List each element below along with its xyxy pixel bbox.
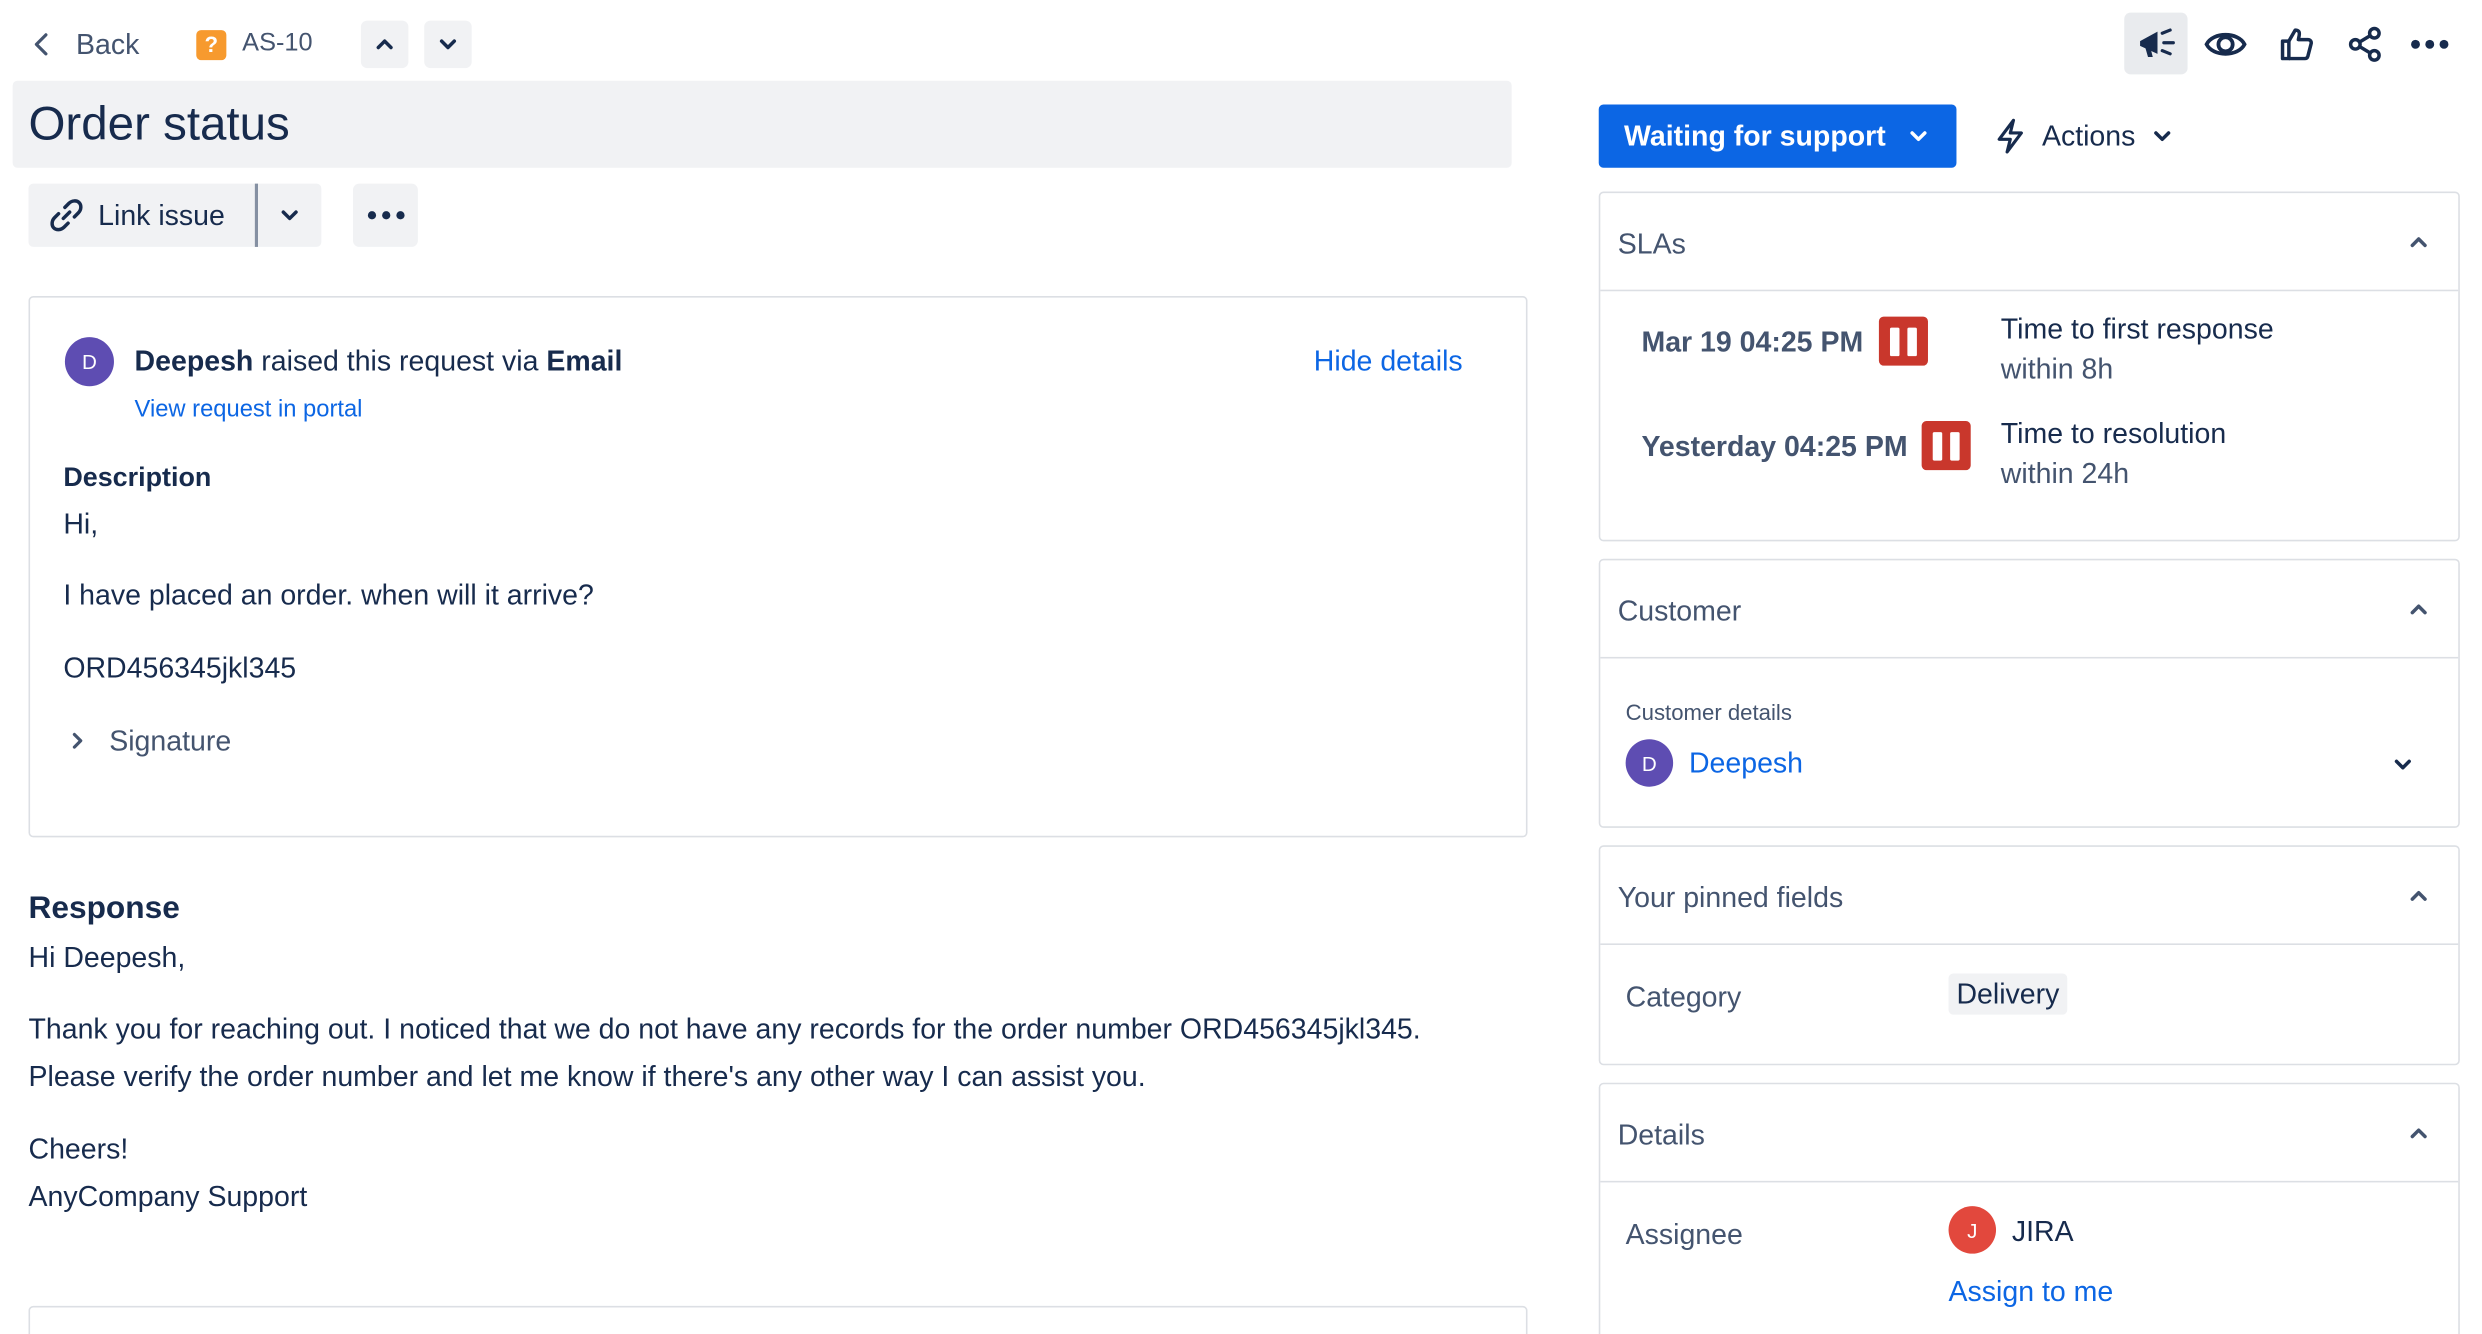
signature-expander[interactable]: Signature [68,722,231,760]
response-signature: AnyCompany Support [28,1180,308,1213]
link-issue-button[interactable]: Link issue [28,183,255,247]
vote-button[interactable] [2268,16,2325,73]
chevron-right-icon [68,731,87,750]
reporter-name: Deepesh [134,345,254,377]
response-line: Please verify the order number and let m… [28,1060,1146,1093]
chevron-up-icon [2408,598,2430,620]
watch-button[interactable] [2197,16,2254,73]
description-line: I have placed an order. when will it arr… [63,579,594,611]
category-label: Category [1625,981,1742,1014]
actions-label: Actions [2041,119,2136,152]
chevron-left-icon [28,30,56,58]
description-line: Hi, [63,508,99,540]
view-in-portal-link[interactable]: View request in portal [135,396,363,423]
next-issue-button[interactable] [424,20,472,69]
pinned-fields-panel: Your pinned fields Category Delivery [1598,845,2460,1066]
details-title: Details [1617,1119,1705,1151]
slas-panel-header[interactable]: SLAs [1600,193,2459,292]
pinned-fields-header[interactable]: Your pinned fields [1600,847,2459,945]
previous-issue-button[interactable] [360,20,409,69]
chevron-up-icon [2408,1122,2430,1144]
sla-name: Time to first response [2000,313,2274,346]
status-label: Waiting for support [1624,119,1886,152]
request-origin: Deepesh raised this request via Email [135,345,623,378]
sla-goal: within 8h [2000,352,2114,385]
customer-panel-header[interactable]: Customer [1600,560,2459,659]
customer-name-link[interactable]: Deepesh [1689,747,1803,780]
response-line: Thank you for reaching out. I noticed th… [28,1013,1421,1045]
comment-box[interactable] [28,1305,1528,1334]
avatar: J [1948,1206,1997,1254]
chevron-down-icon [437,33,459,55]
slas-title: SLAs [1617,227,1686,260]
share-button[interactable] [2336,16,2393,73]
customer-title: Customer [1617,595,1742,627]
response-greeting: Hi Deepesh, [28,941,186,974]
request-channel: Email [546,345,623,377]
category-value[interactable]: Delivery [1948,973,2068,1015]
pause-icon [1921,421,1971,471]
summary-field[interactable]: Order status [12,80,1512,168]
share-icon [2346,25,2384,63]
response-heading: Response [28,891,180,926]
more-horizontal-icon [2409,38,2450,51]
issue-key-link[interactable]: ? AS-10 [196,22,313,66]
more-horizontal-icon [366,211,404,220]
customer-panel: Customer Customer details D Deepesh [1598,558,2460,828]
page-title: Order status [28,98,290,151]
status-button[interactable]: Waiting for support [1598,104,1957,168]
back-button[interactable]: Back [28,22,139,66]
thumbs-up-icon [2278,25,2316,63]
pinned-fields-title: Your pinned fields [1617,881,1844,914]
raised-text: raised this request via [261,345,539,377]
pause-icon [1878,316,1928,366]
chevron-up-icon [2408,231,2430,253]
customer-details-label: Customer details [1625,699,1792,725]
request-details-card: D Deepesh raised this request via Email … [28,296,1528,838]
signature-label: Signature [109,724,232,756]
feedback-button[interactable] [2124,12,2188,75]
eye-icon [2203,27,2247,62]
assignee-label: Assignee [1625,1218,1743,1251]
issue-key: AS-10 [242,30,313,57]
chevron-down-icon[interactable] [2392,753,2414,775]
description-line: ORD456345jkl345 [63,652,297,684]
description-heading: Description [63,462,212,493]
sla-name: Time to resolution [2000,417,2227,450]
details-panel: Details Assignee J JIRA Assign to me [1598,1082,2460,1334]
assign-to-me-link[interactable]: Assign to me [1949,1276,2114,1309]
link-issue-dropdown-button[interactable] [258,183,322,247]
more-actions-button[interactable] [2401,16,2458,73]
link-icon [47,196,85,234]
chevron-down-icon [2151,125,2173,147]
actions-button[interactable]: Actions [1994,104,2173,167]
details-panel-header[interactable]: Details [1600,1084,2459,1183]
slas-panel: SLAs Mar 19 04:25 PM Time to first respo… [1598,191,2460,542]
chevron-down-icon [1908,125,1930,147]
megaphone-icon [2135,25,2176,63]
chevron-up-icon [2408,885,2430,907]
sla-time: Yesterday 04:25 PM [1641,430,1908,463]
chevron-up-icon [374,33,396,55]
back-label: Back [75,27,140,60]
response-signoff: Cheers! [28,1133,129,1166]
link-issue-label: Link issue [98,198,225,231]
hide-details-link[interactable]: Hide details [1314,345,1463,378]
lightning-icon [1994,117,2026,155]
assignee-name[interactable]: JIRA [2012,1216,2074,1249]
chevron-down-icon [279,204,301,226]
toolbar-more-button[interactable] [352,183,418,247]
avatar: D [1625,739,1674,787]
sla-time: Mar 19 04:25 PM [1641,326,1864,358]
issue-type-icon: ? [196,29,227,60]
avatar: D [64,337,114,387]
sla-goal: within 24h [2000,457,2130,490]
